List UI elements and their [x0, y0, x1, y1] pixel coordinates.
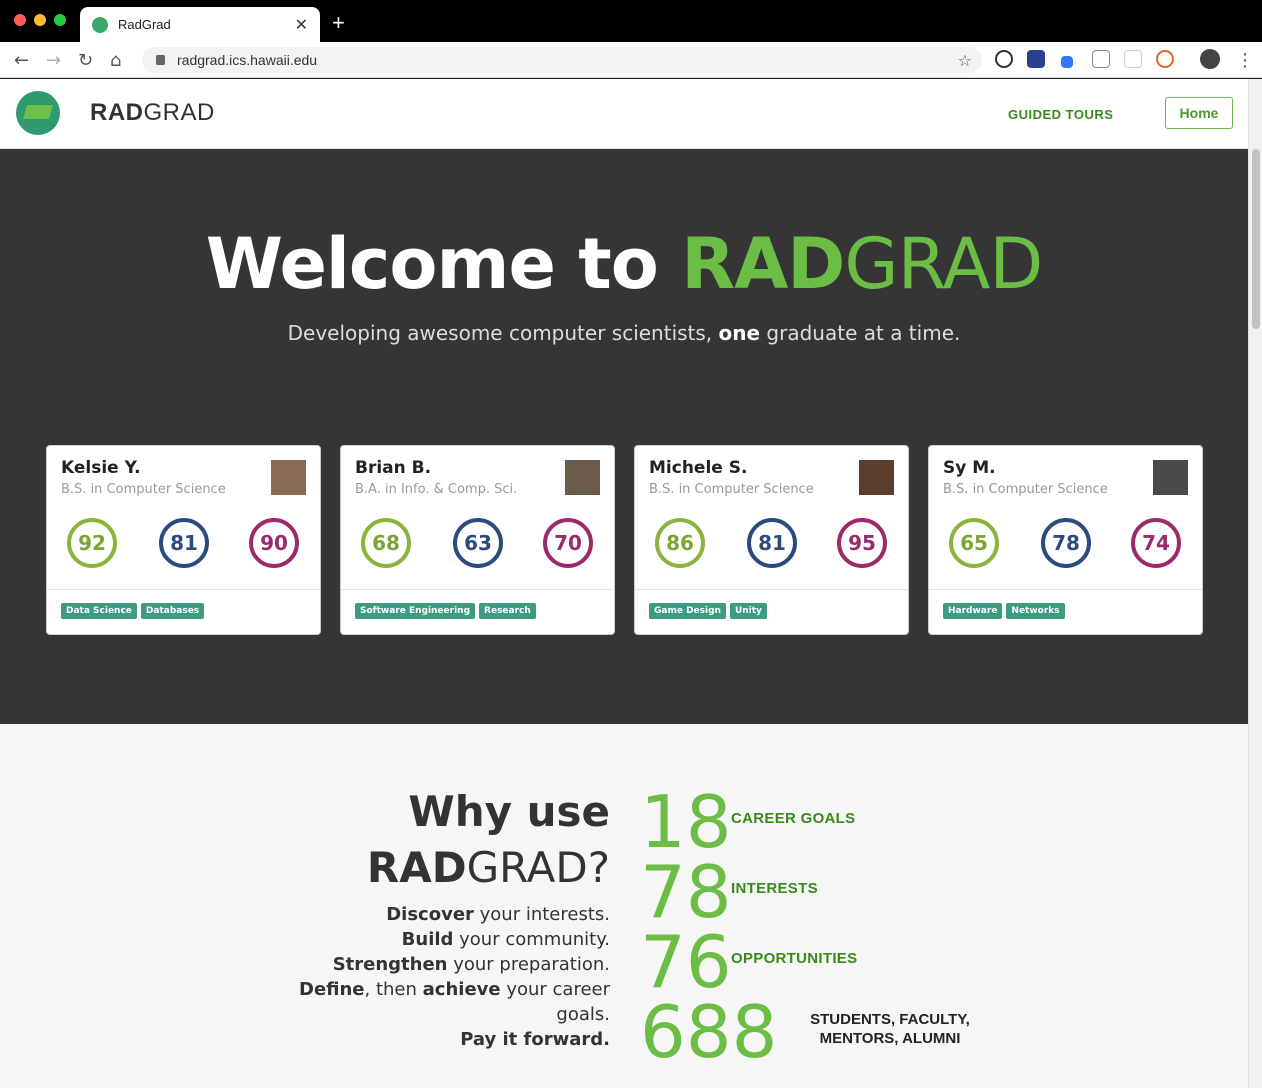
- window-controls: [14, 14, 66, 26]
- why-heading: Why use RADGRAD?: [366, 787, 610, 892]
- interest-tag[interactable]: Hardware: [943, 603, 1003, 619]
- card-divider: [47, 589, 320, 590]
- score-ring-1: 86: [655, 518, 705, 568]
- new-tab-button[interactable]: +: [332, 10, 345, 36]
- site-header: RADGRAD GUIDED TOURS Home: [0, 79, 1248, 149]
- why-point: Pay it forward.: [460, 1029, 610, 1050]
- home-button[interactable]: Home: [1165, 97, 1233, 129]
- interest-tag[interactable]: Data Science: [61, 603, 137, 619]
- student-name: Sy M.: [943, 458, 996, 478]
- stat-number: 76: [640, 920, 732, 1004]
- extension-icon-3[interactable]: [1061, 56, 1073, 68]
- scrollbar-thumb[interactable]: [1252, 149, 1260, 329]
- menu-kebab-icon[interactable]: ⋮: [1236, 50, 1254, 71]
- why-point: Discover your interests.: [386, 904, 610, 925]
- card-divider: [341, 589, 614, 590]
- guided-tours-link[interactable]: GUIDED TOURS: [1008, 107, 1113, 122]
- student-card[interactable]: Kelsie Y. B.S. in Computer Science 92 81…: [46, 445, 321, 635]
- interest-tags: Game Design Unity: [649, 603, 767, 619]
- student-degree: B.S. in Computer Science: [61, 482, 226, 497]
- student-name: Michele S.: [649, 458, 748, 478]
- student-photo: [1153, 460, 1188, 495]
- student-name: Brian B.: [355, 458, 432, 478]
- score-ring-1: 92: [67, 518, 117, 568]
- url-field[interactable]: radgrad.ics.hawaii.edu ☆: [142, 47, 982, 73]
- stat-number: 18: [640, 780, 732, 864]
- student-degree: B.A. in Info. & Comp. Sci.: [355, 482, 518, 497]
- interest-tag[interactable]: Networks: [1006, 603, 1065, 619]
- minimize-window-button[interactable]: [34, 14, 46, 26]
- radgrad-logo-icon[interactable]: [16, 91, 60, 135]
- back-icon[interactable]: ←: [14, 50, 29, 71]
- why-point: Define, then achieve your career goals.: [299, 979, 610, 1025]
- score-ring-2: 63: [453, 518, 503, 568]
- interest-tag[interactable]: Databases: [140, 603, 205, 619]
- extension-icon-4[interactable]: [1092, 50, 1110, 68]
- interest-tag[interactable]: Software Engineering: [355, 603, 476, 619]
- reload-icon[interactable]: ↻: [78, 50, 93, 71]
- stat-number: 688: [640, 990, 778, 1074]
- favicon-icon: [92, 16, 108, 33]
- interest-tag[interactable]: Unity: [729, 603, 767, 619]
- score-ring-3: 90: [249, 518, 299, 568]
- page-scrollbar[interactable]: [1248, 79, 1262, 1088]
- score-ring-1: 65: [949, 518, 999, 568]
- stat-label: OPPORTUNITIES: [731, 950, 858, 967]
- url-text: radgrad.ics.hawaii.edu: [177, 52, 318, 68]
- score-ring-2: 81: [747, 518, 797, 568]
- extension-icon-5[interactable]: [1124, 50, 1142, 68]
- score-ring-2: 78: [1041, 518, 1091, 568]
- student-photo: [271, 460, 306, 495]
- interest-tag[interactable]: Research: [479, 603, 536, 619]
- stat-label: STUDENTS, FACULTY, MENTORS, ALUMNI: [810, 1011, 970, 1047]
- student-degree: B.S. in Computer Science: [943, 482, 1108, 497]
- student-card[interactable]: Sy M. B.S. in Computer Science 65 78 74 …: [928, 445, 1203, 635]
- forward-icon[interactable]: →: [46, 50, 61, 71]
- site-brand[interactable]: RADGRAD: [90, 99, 215, 127]
- student-photo: [859, 460, 894, 495]
- maximize-window-button[interactable]: [54, 14, 66, 26]
- tab-close-icon[interactable]: ✕: [295, 15, 308, 35]
- card-divider: [635, 589, 908, 590]
- browser-tab[interactable]: RadGrad ✕: [80, 7, 320, 42]
- page-content: RADGRAD GUIDED TOURS Home Welcome to RAD…: [0, 79, 1248, 1088]
- close-window-button[interactable]: [14, 14, 26, 26]
- interest-tag[interactable]: Game Design: [649, 603, 726, 619]
- lock-icon: [156, 55, 165, 65]
- score-ring-3: 95: [837, 518, 887, 568]
- why-point: Build your community.: [401, 929, 610, 950]
- bookmark-star-icon[interactable]: ☆: [958, 51, 972, 70]
- address-bar: ← → ↻ ⌂ radgrad.ics.hawaii.edu ☆ ⋮: [0, 42, 1262, 78]
- interest-tags: Software Engineering Research: [355, 603, 536, 619]
- card-divider: [929, 589, 1202, 590]
- score-ring-2: 81: [159, 518, 209, 568]
- student-photo: [565, 460, 600, 495]
- student-degree: B.S. in Computer Science: [649, 482, 814, 497]
- stat-label: CAREER GOALS: [731, 810, 856, 827]
- interest-tags: Data Science Databases: [61, 603, 205, 619]
- tab-title: RadGrad: [118, 17, 171, 32]
- extension-icon-2[interactable]: [1027, 50, 1045, 68]
- stat-number: 78: [640, 850, 732, 934]
- extension-icon-6[interactable]: [1156, 50, 1174, 68]
- profile-avatar[interactable]: [1200, 49, 1220, 69]
- extension-icon-1[interactable]: [995, 50, 1013, 68]
- hero-tagline: Developing awesome computer scientists, …: [287, 321, 961, 345]
- score-ring-3: 70: [543, 518, 593, 568]
- student-card[interactable]: Michele S. B.S. in Computer Science 86 8…: [634, 445, 909, 635]
- score-ring-1: 68: [361, 518, 411, 568]
- hero-section: Welcome to RADGRAD Developing awesome co…: [0, 149, 1248, 724]
- interest-tags: Hardware Networks: [943, 603, 1065, 619]
- home-icon[interactable]: ⌂: [110, 50, 121, 71]
- why-point: Strengthen your preparation.: [332, 954, 610, 975]
- score-ring-3: 74: [1131, 518, 1181, 568]
- why-section: Why use RADGRAD? Discover your interests.…: [250, 784, 610, 1052]
- browser-tab-bar: RadGrad ✕ +: [0, 0, 1262, 42]
- student-card[interactable]: Brian B. B.A. in Info. & Comp. Sci. 68 6…: [340, 445, 615, 635]
- hero-title: Welcome to RADGRAD: [205, 223, 1044, 305]
- stat-label: INTERESTS: [731, 880, 818, 897]
- student-name: Kelsie Y.: [61, 458, 141, 478]
